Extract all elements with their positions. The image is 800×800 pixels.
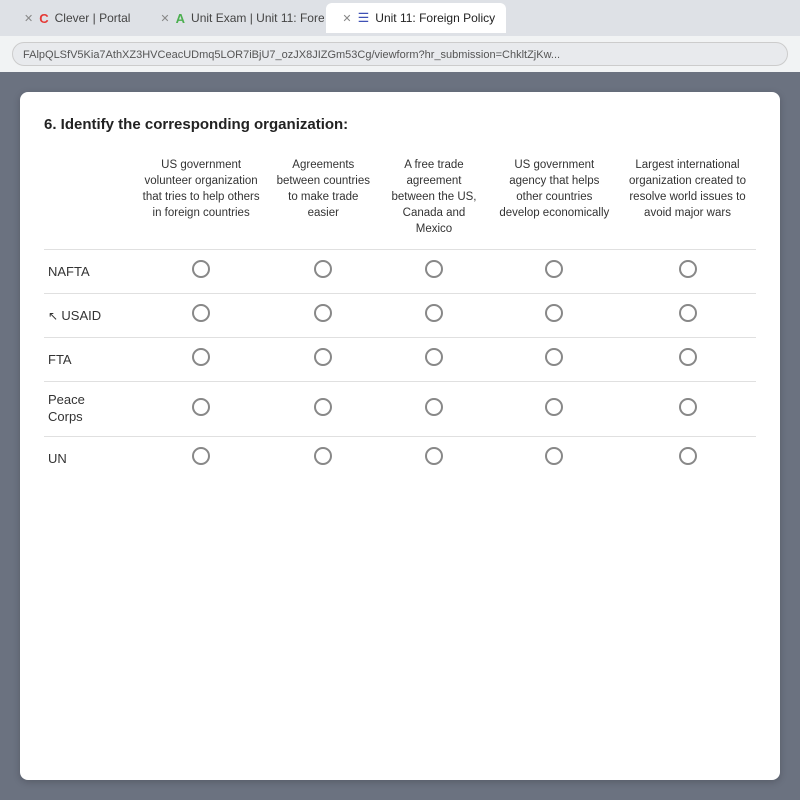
radio-circle[interactable]	[425, 398, 443, 416]
radio-circle[interactable]	[192, 348, 210, 366]
tab-exam1[interactable]: ✕ A Unit Exam | Unit 11: Forei…	[144, 3, 324, 33]
radio-circle[interactable]	[425, 304, 443, 322]
question-title: 6. Identify the corresponding organizati…	[44, 116, 756, 133]
radio-usaid-col3[interactable]	[378, 294, 489, 338]
cursor-indicator: ↖	[48, 309, 61, 323]
radio-nafta-col3[interactable]	[378, 250, 489, 294]
radio-un-col5[interactable]	[619, 437, 756, 481]
radio-un-col3[interactable]	[378, 437, 489, 481]
radio-peacecorps-col4[interactable]	[490, 382, 619, 437]
radio-circle[interactable]	[192, 304, 210, 322]
tab-close-exam2[interactable]: ✕	[342, 12, 351, 25]
tab-close-clever[interactable]: ✕	[24, 12, 33, 25]
radio-circle[interactable]	[679, 447, 697, 465]
radio-fta-col4[interactable]	[490, 338, 619, 382]
radio-fta-col5[interactable]	[619, 338, 756, 382]
col-header-4: US government agency that helps other co…	[490, 153, 619, 250]
table-row: ↖ USAID	[44, 294, 756, 338]
exam2-icon: ☰	[358, 10, 370, 26]
col-header-5: Largest international organization creat…	[619, 153, 756, 250]
row-label-usaid: ↖ USAID	[44, 294, 134, 338]
matrix-table: US government volunteer organization tha…	[44, 153, 756, 480]
tab-close-exam1[interactable]: ✕	[160, 12, 169, 25]
radio-usaid-col2[interactable]	[268, 294, 378, 338]
radio-circle[interactable]	[679, 260, 697, 278]
radio-circle[interactable]	[545, 260, 563, 278]
col-header-2: Agreements between countries to make tra…	[268, 153, 378, 250]
browser-chrome: ✕ C Clever | Portal ✕ A Unit Exam | Unit…	[0, 0, 800, 72]
col-header-1: US government volunteer organization tha…	[134, 153, 268, 250]
row-label-fta: FTA	[44, 338, 134, 382]
radio-circle[interactable]	[192, 447, 210, 465]
table-row: UN	[44, 437, 756, 481]
radio-usaid-col4[interactable]	[490, 294, 619, 338]
radio-circle[interactable]	[314, 260, 332, 278]
tab-clever[interactable]: ✕ C Clever | Portal	[8, 3, 142, 33]
radio-peacecorps-col5[interactable]	[619, 382, 756, 437]
radio-usaid-col5[interactable]	[619, 294, 756, 338]
radio-peacecorps-col2[interactable]	[268, 382, 378, 437]
radio-un-col4[interactable]	[490, 437, 619, 481]
col-header-3: A free trade agreement between the US, C…	[378, 153, 489, 250]
radio-circle[interactable]	[425, 348, 443, 366]
radio-circle[interactable]	[425, 447, 443, 465]
tab-exam2[interactable]: ✕ ☰ Unit 11: Foreign Policy	[326, 3, 506, 33]
table-row: FTA	[44, 338, 756, 382]
row-label-nafta: NAFTA	[44, 250, 134, 294]
radio-circle[interactable]	[679, 304, 697, 322]
radio-nafta-col5[interactable]	[619, 250, 756, 294]
radio-circle[interactable]	[314, 447, 332, 465]
radio-usaid-col1[interactable]	[134, 294, 268, 338]
radio-nafta-col1[interactable]	[134, 250, 268, 294]
col-header-empty	[44, 153, 134, 250]
radio-circle[interactable]	[425, 260, 443, 278]
radio-un-col2[interactable]	[268, 437, 378, 481]
clever-icon: C	[39, 11, 48, 26]
radio-circle[interactable]	[314, 304, 332, 322]
radio-circle[interactable]	[679, 398, 697, 416]
page-content: 6. Identify the corresponding organizati…	[20, 92, 780, 780]
table-row: PeaceCorps	[44, 382, 756, 437]
row-label-peace-corps: PeaceCorps	[44, 382, 134, 437]
radio-peacecorps-col3[interactable]	[378, 382, 489, 437]
tab-label-clever: Clever | Portal	[55, 11, 131, 25]
table-row: NAFTA	[44, 250, 756, 294]
radio-fta-col3[interactable]	[378, 338, 489, 382]
radio-circle[interactable]	[314, 398, 332, 416]
radio-circle[interactable]	[192, 260, 210, 278]
exam1-icon: A	[176, 11, 185, 26]
radio-circle[interactable]	[679, 348, 697, 366]
radio-un-col1[interactable]	[134, 437, 268, 481]
radio-peacecorps-col1[interactable]	[134, 382, 268, 437]
radio-circle[interactable]	[545, 447, 563, 465]
radio-circle[interactable]	[545, 348, 563, 366]
tab-label-exam2: Unit 11: Foreign Policy	[375, 11, 495, 25]
radio-fta-col1[interactable]	[134, 338, 268, 382]
radio-nafta-col4[interactable]	[490, 250, 619, 294]
radio-circle[interactable]	[545, 304, 563, 322]
tab-label-exam1: Unit Exam | Unit 11: Forei…	[191, 11, 324, 25]
radio-fta-col2[interactable]	[268, 338, 378, 382]
address-input[interactable]: FAlpQLSfV5Kia7AthXZ3HVCeacUDmq5LOR7iBjU7…	[12, 42, 788, 66]
radio-circle[interactable]	[545, 398, 563, 416]
tab-bar: ✕ C Clever | Portal ✕ A Unit Exam | Unit…	[0, 0, 800, 36]
radio-nafta-col2[interactable]	[268, 250, 378, 294]
row-label-un: UN	[44, 437, 134, 481]
radio-circle[interactable]	[314, 348, 332, 366]
address-bar: FAlpQLSfV5Kia7AthXZ3HVCeacUDmq5LOR7iBjU7…	[0, 36, 800, 72]
radio-circle[interactable]	[192, 398, 210, 416]
